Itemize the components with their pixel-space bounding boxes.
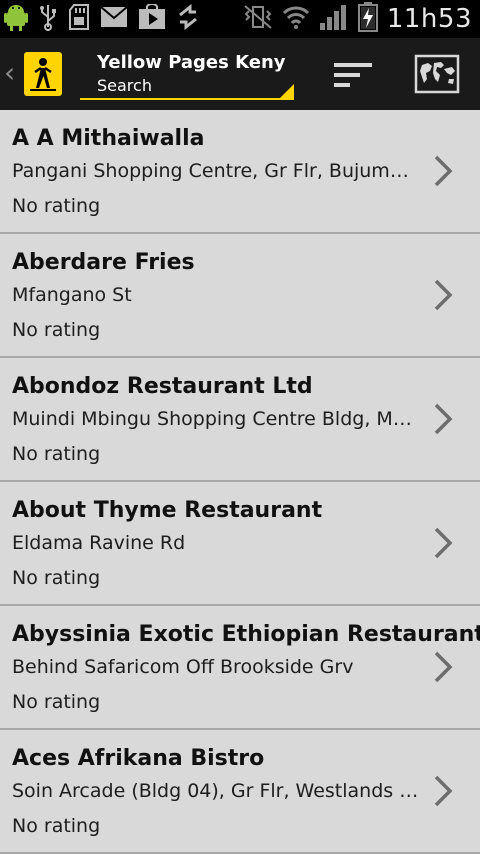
restaurant-list: A A Mithaiwalla Pangani Shopping Centre,… <box>0 110 480 854</box>
status-bar: 11h53 <box>0 0 480 38</box>
listing-address: Behind Safaricom Off Brookside Grv <box>12 656 354 678</box>
sort-button[interactable] <box>330 58 376 92</box>
wifi-icon <box>282 4 310 34</box>
chevron-right-icon <box>434 651 453 683</box>
listing-address: Eldama Ravine Rd <box>12 532 186 554</box>
listing-rating: No rating <box>12 319 101 341</box>
list-item[interactable]: A A Mithaiwalla Pangani Shopping Centre,… <box>0 110 480 234</box>
usb-icon <box>38 3 58 35</box>
list-item[interactable]: Abondoz Restaurant Ltd Muindi Mbingu Sho… <box>0 358 480 482</box>
chevron-right-icon <box>434 403 453 435</box>
listing-name: Abyssinia Exotic Ethiopian Restaurant <box>12 622 480 647</box>
list-item[interactable]: Aces Afrikana Bistro Soin Arcade (Bldg 0… <box>0 730 480 854</box>
world-map-icon <box>414 54 460 94</box>
listing-rating: No rating <box>12 195 101 217</box>
spinner-underline <box>80 98 294 100</box>
listing-rating: No rating <box>12 567 101 589</box>
vibrate-icon <box>243 4 273 34</box>
clock: 11h53 <box>386 4 472 34</box>
location-spinner[interactable]: Yellow Pages Keny Search <box>80 46 294 104</box>
spinner-dropdown-indicator <box>278 84 294 100</box>
listing-name: A A Mithaiwalla <box>12 126 205 151</box>
listing-rating: No rating <box>12 443 101 465</box>
listing-address: Soin Arcade (Bldg 04), Gr Flr, Westlands… <box>12 780 420 802</box>
listing-name: Abondoz Restaurant Ltd <box>12 374 313 399</box>
listing-address: Mfangano St <box>12 284 132 306</box>
yellow-pages-logo[interactable] <box>24 52 62 96</box>
spinner-subtitle: Search <box>97 76 152 95</box>
android-debug-icon <box>4 3 28 35</box>
spinner-title: Yellow Pages Keny <box>97 52 286 73</box>
notification-icons <box>4 3 200 35</box>
listing-name: About Thyme Restaurant <box>12 498 323 523</box>
chevron-right-icon <box>434 527 453 559</box>
sync-icon <box>176 3 200 35</box>
action-bar: ‹ Yellow Pages Keny Search <box>0 38 480 111</box>
sort-icon <box>334 63 372 87</box>
listing-rating: No rating <box>12 691 101 713</box>
system-icons: 11h53 <box>243 2 472 36</box>
listing-address: Muindi Mbingu Shopping Centre Bldg, Muin… <box>12 408 420 430</box>
list-item[interactable]: Abyssinia Exotic Ethiopian Restaurant Be… <box>0 606 480 730</box>
listing-rating: No rating <box>12 815 101 837</box>
map-button[interactable] <box>414 53 460 95</box>
list-item[interactable]: About Thyme Restaurant Eldama Ravine Rd … <box>0 482 480 606</box>
up-navigation-icon[interactable]: ‹ <box>4 56 15 89</box>
signal-icon <box>319 3 349 35</box>
battery-charging-icon <box>357 2 378 36</box>
chevron-right-icon <box>434 155 453 187</box>
sd-card-icon <box>68 3 90 35</box>
listing-name: Aberdare Fries <box>12 250 195 275</box>
play-store-icon <box>138 3 166 34</box>
listing-name: Aces Afrikana Bistro <box>12 746 265 771</box>
list-item[interactable]: Aberdare Fries Mfangano St No rating <box>0 234 480 358</box>
chevron-right-icon <box>434 279 453 311</box>
listing-address: Pangani Shopping Centre, Gr Flr, Bujumbu… <box>12 160 420 182</box>
gmail-icon <box>100 6 128 32</box>
chevron-right-icon <box>434 775 453 807</box>
